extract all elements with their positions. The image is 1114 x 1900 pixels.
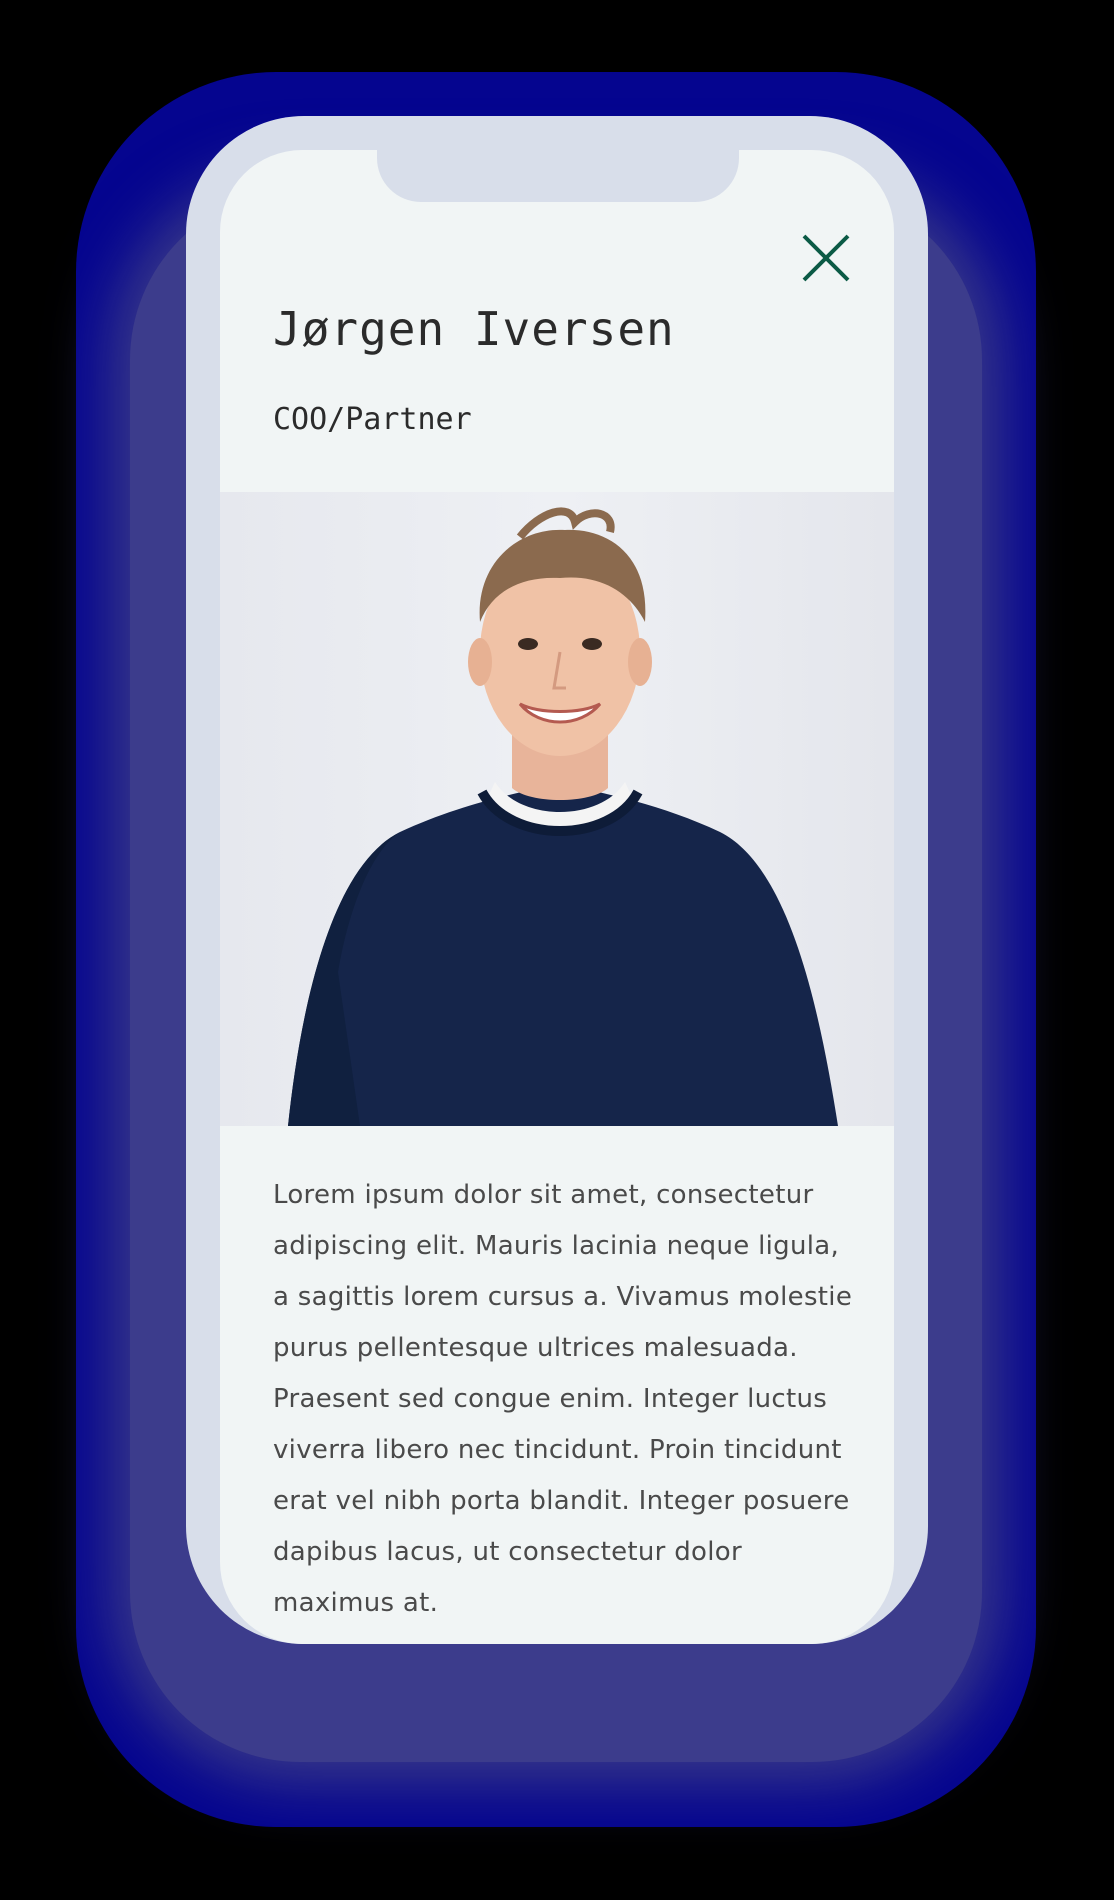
phone-screen: Jørgen Iversen COO/Partner Lorem ipsum d… xyxy=(220,150,894,1644)
profile-bio: Lorem ipsum dolor sit amet, consectetur … xyxy=(273,1180,853,1618)
close-button[interactable] xyxy=(800,232,852,284)
profile-photo xyxy=(220,492,894,1126)
close-icon xyxy=(802,234,850,282)
portrait-illustration xyxy=(288,507,838,1126)
profile-role: COO/Partner xyxy=(273,402,472,437)
phone-notch xyxy=(377,150,739,202)
profile-name: Jørgen Iversen xyxy=(273,302,675,356)
